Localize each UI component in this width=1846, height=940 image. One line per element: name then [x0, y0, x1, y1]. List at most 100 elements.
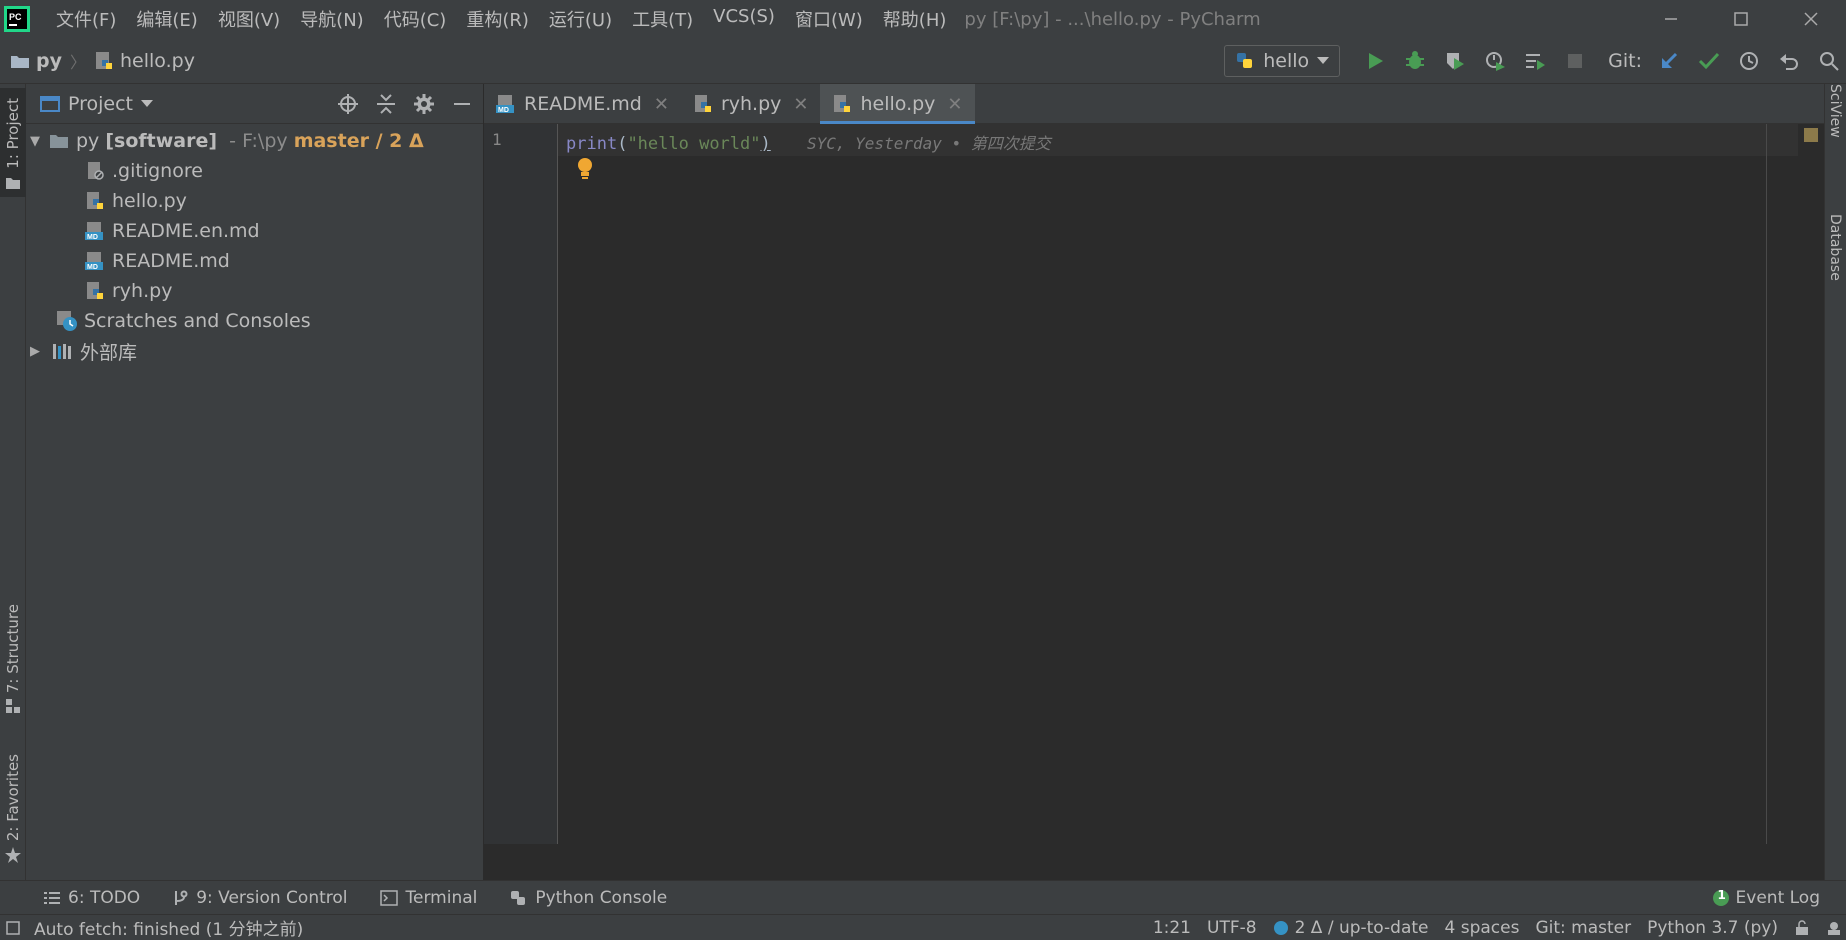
locate-file-button[interactable] — [335, 91, 361, 117]
scratches-icon — [56, 310, 78, 332]
lock-icon[interactable] — [1794, 920, 1810, 936]
caret-position[interactable]: 1:21 — [1153, 918, 1191, 938]
profile-button[interactable] — [1482, 48, 1508, 74]
clock-icon — [1740, 52, 1758, 70]
menu-bar: PC 文件(F) 编辑(E) 视图(V) 导航(N) 代码(C) 重构(R) 运… — [0, 0, 1846, 38]
breadcrumb-root-label: py — [36, 49, 62, 72]
git-branch-widget[interactable]: Git: master — [1535, 918, 1631, 938]
menu-view[interactable]: 视图(V) — [208, 6, 290, 32]
tool-tab-python-console-label: Python Console — [535, 887, 668, 908]
file-encoding[interactable]: UTF-8 — [1207, 918, 1257, 938]
tool-tab-event-log[interactable]: 1 Event Log — [1712, 881, 1820, 915]
run-button[interactable] — [1362, 48, 1388, 74]
debug-button[interactable] — [1402, 48, 1428, 74]
minimize-button[interactable] — [1636, 0, 1706, 38]
tool-tab-project[interactable]: 1: Project — [0, 88, 26, 197]
search-everywhere-button[interactable] — [1816, 48, 1842, 74]
menu-run[interactable]: 运行(U) — [539, 6, 622, 32]
tree-file-label: README.en.md — [112, 220, 260, 242]
tool-tab-sciview[interactable]: SciView — [1827, 84, 1843, 138]
tool-tab-terminal[interactable]: Terminal — [364, 888, 494, 908]
menu-tools[interactable]: 工具(T) — [622, 6, 703, 32]
tree-scratches[interactable]: Scratches and Consoles — [26, 306, 483, 336]
run-with-coverage-button[interactable] — [1442, 48, 1468, 74]
git-commit-button[interactable] — [1696, 48, 1722, 74]
breadcrumb-file[interactable]: hello.py — [94, 50, 195, 72]
tool-tab-favorites[interactable]: 2: Favorites — [0, 754, 26, 864]
run-icon — [1369, 53, 1384, 69]
indent-setting[interactable]: 4 spaces — [1445, 918, 1520, 938]
vcs-status-label: 2 Δ / up-to-date — [1294, 918, 1429, 938]
vcs-status[interactable]: 2 Δ / up-to-date — [1273, 918, 1429, 938]
menu-vcs[interactable]: VCS(S) — [703, 6, 785, 32]
hide-panel-button[interactable] — [449, 91, 475, 117]
inspection-status-icon — [1804, 128, 1818, 142]
git-update-button[interactable] — [1656, 48, 1682, 74]
menu-help[interactable]: 帮助(H) — [873, 6, 957, 32]
menu-file[interactable]: 文件(F) — [46, 6, 126, 32]
tab-readme-md[interactable]: MD README.md ✕ — [484, 84, 681, 124]
project-settings-button[interactable] — [411, 91, 437, 117]
line-number: 1 — [492, 130, 502, 149]
tab-label: README.md — [524, 93, 642, 115]
tree-external-libraries[interactable]: ▶ 外部库 — [26, 336, 483, 366]
bottom-tool-tabs: 6: TODO 9: Version Control Terminal Pyth… — [0, 880, 1846, 914]
menu-code[interactable]: 代码(C) — [374, 6, 457, 32]
editor-horizontal-area — [484, 844, 1824, 880]
event-log-count: 1 — [1717, 888, 1726, 902]
project-window-icon — [40, 95, 60, 112]
gear-icon — [414, 94, 434, 114]
git-history-button[interactable] — [1736, 48, 1762, 74]
tree-scratches-label: Scratches and Consoles — [84, 310, 311, 332]
toggle-tool-windows-icon[interactable] — [6, 921, 20, 935]
tool-tab-structure[interactable]: 7: Structure — [0, 604, 26, 714]
code-editor[interactable]: 1 print("hello world") SYC, Yesterday • … — [484, 124, 1824, 844]
intention-bulb-icon[interactable] — [576, 156, 594, 185]
maximize-button[interactable] — [1706, 0, 1776, 38]
python-interpreter[interactable]: Python 3.7 (py) — [1647, 918, 1778, 938]
python-file-icon — [84, 280, 106, 302]
git-rollback-button[interactable] — [1776, 48, 1802, 74]
close-window-button[interactable] — [1776, 0, 1846, 38]
tab-ryh-py[interactable]: ryh.py ✕ — [681, 84, 821, 124]
arrow-down-left-icon — [1662, 52, 1678, 68]
collapse-all-button[interactable] — [373, 91, 399, 117]
concurrency-button[interactable] — [1522, 48, 1548, 74]
tool-tab-todo[interactable]: 6: TODO — [28, 888, 156, 908]
run-configuration-select[interactable]: hello — [1224, 45, 1341, 77]
tree-file-ryh-py[interactable]: ryh.py — [26, 276, 483, 306]
library-icon — [52, 340, 74, 362]
expand-arrow-icon[interactable]: ▶ — [30, 344, 48, 359]
tree-root-module: [software] — [105, 130, 218, 152]
project-view-select[interactable]: Project — [40, 93, 154, 115]
tree-root-node[interactable]: ▼ py [software] - F:\py master / 2 Δ — [26, 126, 483, 156]
tree-file-gitignore[interactable]: .gitignore — [26, 156, 483, 186]
menu-window[interactable]: 窗口(W) — [785, 6, 873, 32]
tree-file-hello-py[interactable]: hello.py — [26, 186, 483, 216]
editor-scrollbar[interactable] — [1798, 124, 1824, 844]
close-tab-icon[interactable]: ✕ — [947, 94, 962, 115]
tree-file-readme-en-md[interactable]: MD README.en.md — [26, 216, 483, 246]
python-icon — [1237, 53, 1253, 68]
tab-hello-py[interactable]: hello.py ✕ — [820, 84, 975, 124]
status-message[interactable]: Auto fetch: finished (1 分钟之前) — [34, 915, 303, 940]
svg-text:PC: PC — [9, 12, 22, 22]
todo-list-icon — [44, 891, 60, 904]
stop-button[interactable] — [1562, 48, 1588, 74]
tree-file-readme-md[interactable]: MD README.md — [26, 246, 483, 276]
menu-refactor[interactable]: 重构(R) — [456, 6, 539, 32]
breadcrumb-root[interactable]: py — [10, 50, 62, 72]
editor-tabs: MD README.md ✕ ryh.py ✕ hello.py ✕ — [484, 84, 1824, 124]
close-tab-icon[interactable]: ✕ — [793, 94, 808, 115]
tool-tab-database[interactable]: Database — [1827, 214, 1843, 281]
tool-tab-version-control[interactable]: 9: Version Control — [156, 888, 363, 908]
menu-navigate[interactable]: 导航(N) — [290, 6, 374, 32]
inspector-icon[interactable] — [1826, 920, 1842, 936]
tool-tab-structure-label: 7: Structure — [4, 604, 22, 694]
menu-edit[interactable]: 编辑(E) — [126, 6, 207, 32]
close-tab-icon[interactable]: ✕ — [654, 94, 669, 115]
minimize-icon — [1665, 18, 1677, 20]
expand-arrow-icon[interactable]: ▼ — [30, 134, 48, 149]
tool-tab-python-console[interactable]: Python Console — [493, 888, 683, 908]
code-line[interactable]: print("hello world") SYC, Yesterday • 第四… — [566, 130, 1051, 154]
